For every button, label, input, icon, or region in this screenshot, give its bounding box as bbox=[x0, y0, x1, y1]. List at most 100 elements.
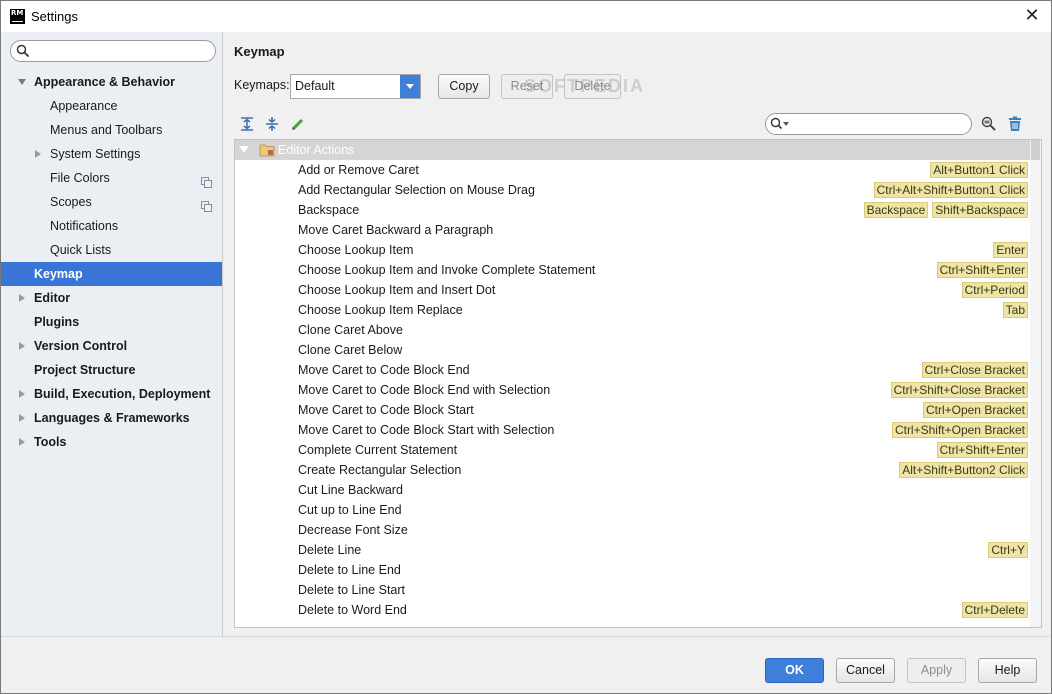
group-label: Editor Actions bbox=[278, 143, 355, 157]
sidebar-item-notifications[interactable]: Notifications bbox=[1, 214, 222, 238]
action-name: Cut up to Line End bbox=[298, 503, 402, 517]
table-row[interactable]: Move Caret to Code Block Start with Sele… bbox=[235, 420, 1031, 440]
group-row-editor-actions[interactable]: Editor Actions bbox=[235, 140, 1031, 160]
chevron-down-icon[interactable] bbox=[400, 75, 420, 98]
sidebar-item-file-colors[interactable]: File Colors bbox=[1, 166, 222, 190]
shortcut-badge: Alt+Button1 Click bbox=[930, 162, 1028, 178]
sidebar-item-label: Notifications bbox=[50, 219, 119, 233]
close-window-button[interactable]: ✕ bbox=[1019, 4, 1045, 28]
sidebar-item-label: Tools bbox=[34, 435, 67, 449]
chevron-right-icon[interactable] bbox=[16, 286, 28, 310]
action-name: Cut Line Backward bbox=[298, 483, 403, 497]
edit-pencil-icon[interactable] bbox=[290, 116, 306, 132]
sidebar-item-keymap[interactable]: Keymap bbox=[1, 262, 222, 286]
chevron-right-icon[interactable] bbox=[16, 382, 28, 406]
shortcut-list: Ctrl+Period bbox=[961, 282, 1028, 298]
chevron-down-icon[interactable] bbox=[239, 146, 249, 154]
sidebar-item-system-settings[interactable]: System Settings bbox=[1, 142, 222, 166]
shortcut-list: Ctrl+Open Bracket bbox=[922, 402, 1028, 418]
action-name: Delete to Line Start bbox=[298, 583, 406, 597]
sidebar-item-menus-and-toolbars[interactable]: Menus and Toolbars bbox=[1, 118, 222, 142]
sidebar-item-editor[interactable]: Editor bbox=[1, 286, 222, 310]
table-row[interactable]: Move Caret to Code Block Start Ctrl+Open … bbox=[235, 400, 1031, 420]
filter-actions-input[interactable] bbox=[765, 113, 972, 135]
table-row[interactable]: Clone Caret Below bbox=[235, 340, 1031, 360]
table-row[interactable]: Decrease Font Size bbox=[235, 520, 1031, 540]
vertical-scrollbar[interactable] bbox=[1030, 140, 1041, 627]
table-row[interactable]: Delete to Line Start bbox=[235, 580, 1031, 600]
search-icon bbox=[16, 44, 30, 58]
table-row[interactable]: Complete Current Statement Ctrl+Shift+Ent… bbox=[235, 440, 1031, 460]
shortcut-badge: Ctrl+Period bbox=[961, 282, 1028, 298]
sidebar-item-quick-lists[interactable]: Quick Lists bbox=[1, 238, 222, 262]
table-row[interactable]: Add Rectangular Selection on Mouse Drag C… bbox=[235, 180, 1031, 200]
table-row[interactable]: Move Caret to Code Block End with Select… bbox=[235, 380, 1031, 400]
table-row[interactable]: Delete Line Ctrl+Y bbox=[235, 540, 1031, 560]
chevron-right-icon[interactable] bbox=[32, 142, 44, 166]
chevron-right-icon[interactable] bbox=[16, 406, 28, 430]
action-name: Delete to Line End bbox=[298, 563, 401, 577]
table-row[interactable]: Cut Line Backward bbox=[235, 480, 1031, 500]
table-row[interactable]: Move Caret to Code Block End Ctrl+Close B… bbox=[235, 360, 1031, 380]
trash-icon[interactable] bbox=[1007, 116, 1023, 132]
window-title: Settings bbox=[31, 9, 78, 24]
settings-search-input[interactable] bbox=[10, 40, 216, 62]
table-row[interactable]: Delete to Line End bbox=[235, 560, 1031, 580]
app-logo-icon: RM bbox=[10, 9, 25, 24]
sidebar-item-label: Appearance bbox=[50, 99, 118, 113]
apply-button[interactable]: Apply bbox=[907, 658, 966, 683]
chevron-right-icon[interactable] bbox=[16, 430, 28, 454]
shortcut-badge: Ctrl+Shift+Close Bracket bbox=[890, 382, 1028, 398]
help-button[interactable]: Help bbox=[978, 658, 1037, 683]
table-row[interactable]: Backspace Backspace Shift+Backspace bbox=[235, 200, 1031, 220]
shortcut-badge: Tab bbox=[1002, 302, 1028, 318]
sidebar-item-label: Appearance & Behavior bbox=[34, 75, 176, 89]
find-shortcut-icon[interactable] bbox=[981, 116, 997, 132]
chevron-right-icon[interactable] bbox=[16, 334, 28, 358]
chevron-down-icon[interactable] bbox=[16, 70, 28, 94]
sidebar-item-version-control[interactable]: Version Control bbox=[1, 334, 222, 358]
sidebar-item-project-structure[interactable]: Project Structure bbox=[1, 358, 222, 382]
table-row[interactable]: Clone Caret Above bbox=[235, 320, 1031, 340]
sidebar-item-tools[interactable]: Tools bbox=[1, 430, 222, 454]
sidebar-item-plugins[interactable]: Plugins bbox=[1, 310, 222, 334]
sidebar-item-appearance[interactable]: Appearance bbox=[1, 94, 222, 118]
collapse-all-icon[interactable] bbox=[264, 116, 280, 132]
table-row[interactable]: Create Rectangular Selection Alt+Shift+Bu… bbox=[235, 460, 1031, 480]
expand-all-icon[interactable] bbox=[239, 116, 255, 132]
shortcut-badge: Backspace bbox=[863, 202, 929, 218]
sidebar-item-label: Build, Execution, Deployment bbox=[34, 387, 211, 401]
search-options-icon[interactable] bbox=[770, 117, 792, 131]
table-row[interactable]: Add or Remove Caret Alt+Button1 Click bbox=[235, 160, 1031, 180]
table-row[interactable]: Choose Lookup Item Replace Tab bbox=[235, 300, 1031, 320]
action-name: Move Caret to Code Block End bbox=[298, 363, 470, 377]
sidebar-item-label: Keymap bbox=[34, 267, 83, 281]
action-name: Delete to Word End bbox=[298, 603, 407, 617]
settings-sidebar: Appearance & Behavior Appearance Menus and… bbox=[1, 32, 223, 636]
action-name: Move Caret Backward a Paragraph bbox=[298, 223, 494, 237]
cancel-button[interactable]: Cancel bbox=[836, 658, 895, 683]
copy-button[interactable]: Copy bbox=[438, 74, 490, 99]
sidebar-item-appearance-behavior[interactable]: Appearance & Behavior bbox=[1, 70, 222, 94]
table-row[interactable]: Choose Lookup Item Enter bbox=[235, 240, 1031, 260]
table-row[interactable]: Choose Lookup Item and Invoke Complete S… bbox=[235, 260, 1031, 280]
sidebar-item-scopes[interactable]: Scopes bbox=[1, 190, 222, 214]
ok-button[interactable]: OK bbox=[765, 658, 824, 683]
action-name: Move Caret to Code Block Start with Sele… bbox=[298, 423, 555, 437]
table-row[interactable]: Choose Lookup Item and Insert Dot Ctrl+Pe… bbox=[235, 280, 1031, 300]
sidebar-item-build-execution-deployment[interactable]: Build, Execution, Deployment bbox=[1, 382, 222, 406]
shortcut-badge: Ctrl+Shift+Enter bbox=[936, 262, 1028, 278]
shortcut-list: Enter bbox=[993, 242, 1028, 258]
table-row[interactable]: Cut up to Line End bbox=[235, 500, 1031, 520]
table-row[interactable]: Delete to Word End Ctrl+Delete bbox=[235, 600, 1031, 620]
shortcut-list: Ctrl+Delete bbox=[961, 602, 1028, 618]
scrollbar-thumb[interactable] bbox=[1031, 140, 1040, 160]
sidebar-item-label: Quick Lists bbox=[50, 243, 112, 257]
shortcut-badge: Enter bbox=[993, 242, 1028, 258]
sidebar-item-languages-frameworks[interactable]: Languages & Frameworks bbox=[1, 406, 222, 430]
keymap-dropdown[interactable]: Default bbox=[290, 74, 421, 99]
shortcut-list: Alt+Button1 Click bbox=[930, 162, 1028, 178]
sidebar-item-label: Version Control bbox=[34, 339, 128, 353]
table-row[interactable]: Move Caret Backward a Paragraph bbox=[235, 220, 1031, 240]
action-list: Add or Remove Caret Alt+Button1 Click Add … bbox=[235, 160, 1031, 620]
